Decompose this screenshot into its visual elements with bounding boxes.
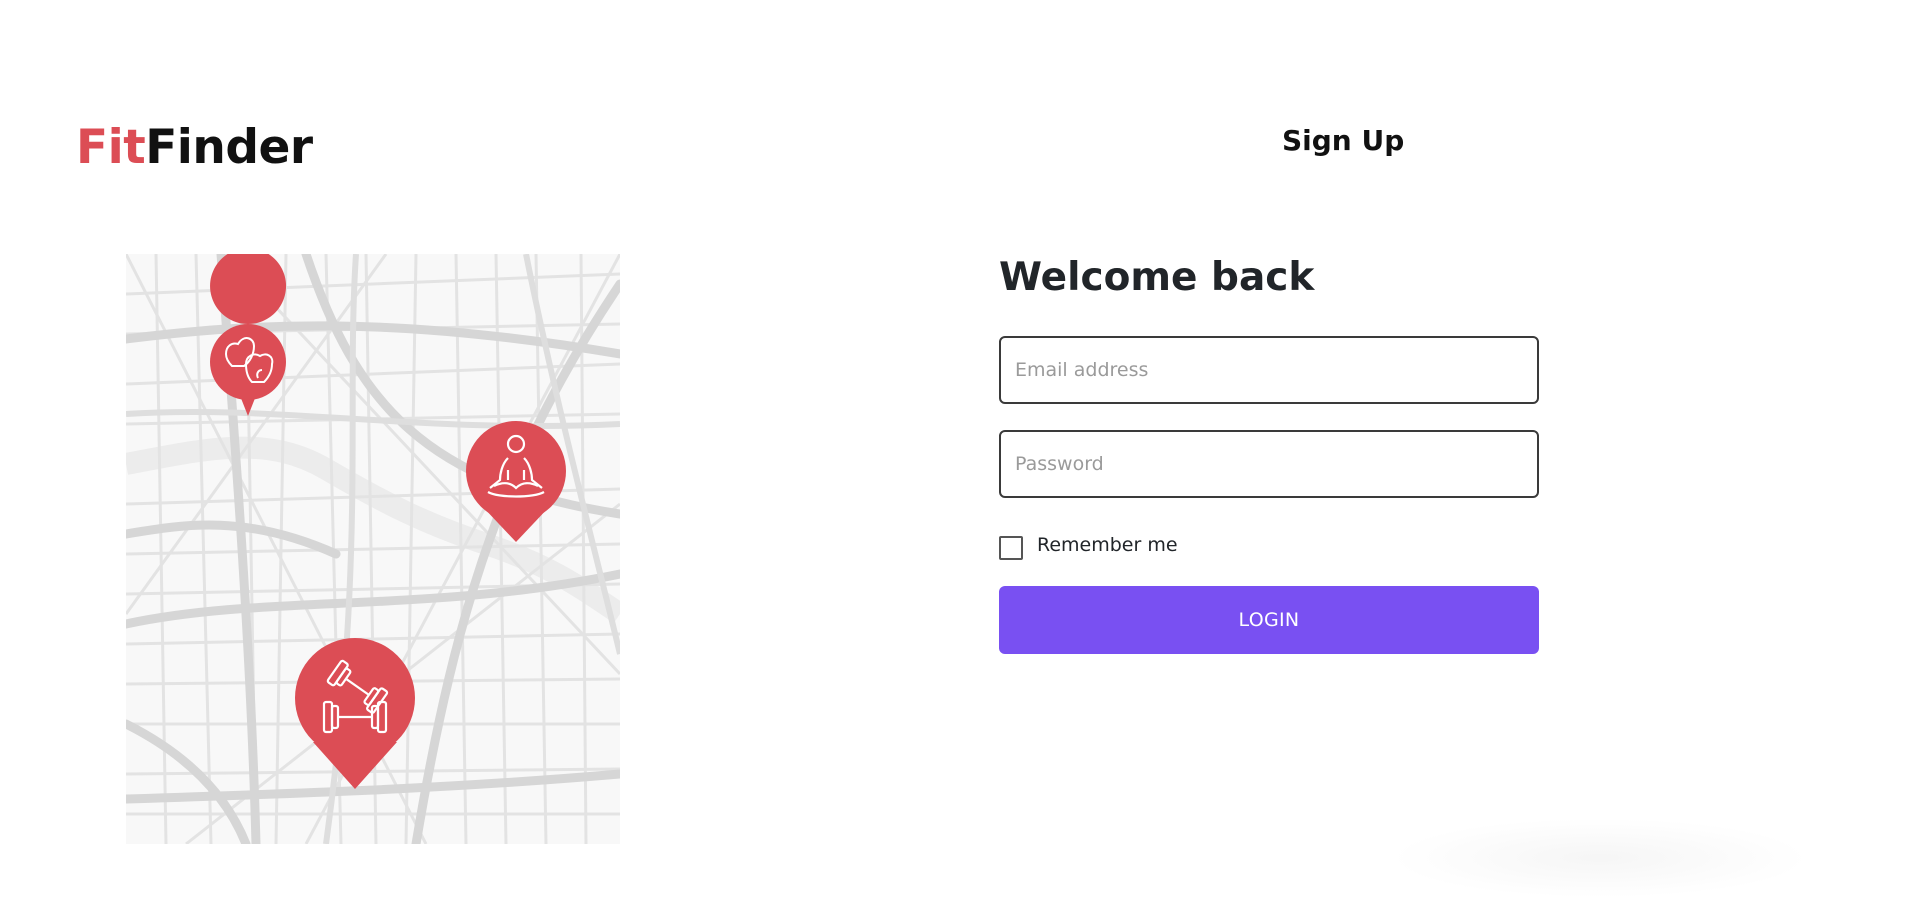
remember-me-checkbox[interactable] (999, 535, 1023, 560)
brand-logo: FitFinder (76, 124, 313, 171)
login-button[interactable]: LOGIN (999, 585, 1539, 654)
password-input[interactable] (999, 429, 1539, 498)
login-form: Welcome back Remember me LOGIN (999, 255, 1539, 654)
background-smudge (1390, 818, 1810, 898)
signup-link[interactable]: Sign Up (1282, 124, 1404, 157)
remember-me-label: Remember me (1037, 533, 1178, 556)
brand-logo-suffix: Finder (145, 120, 313, 175)
map-svg (126, 254, 620, 844)
login-heading: Welcome back (999, 255, 1315, 300)
remember-me-row[interactable]: Remember me (999, 530, 1539, 560)
email-input[interactable] (999, 335, 1539, 404)
brand-logo-prefix: Fit (76, 120, 146, 175)
map-illustration (126, 254, 620, 844)
